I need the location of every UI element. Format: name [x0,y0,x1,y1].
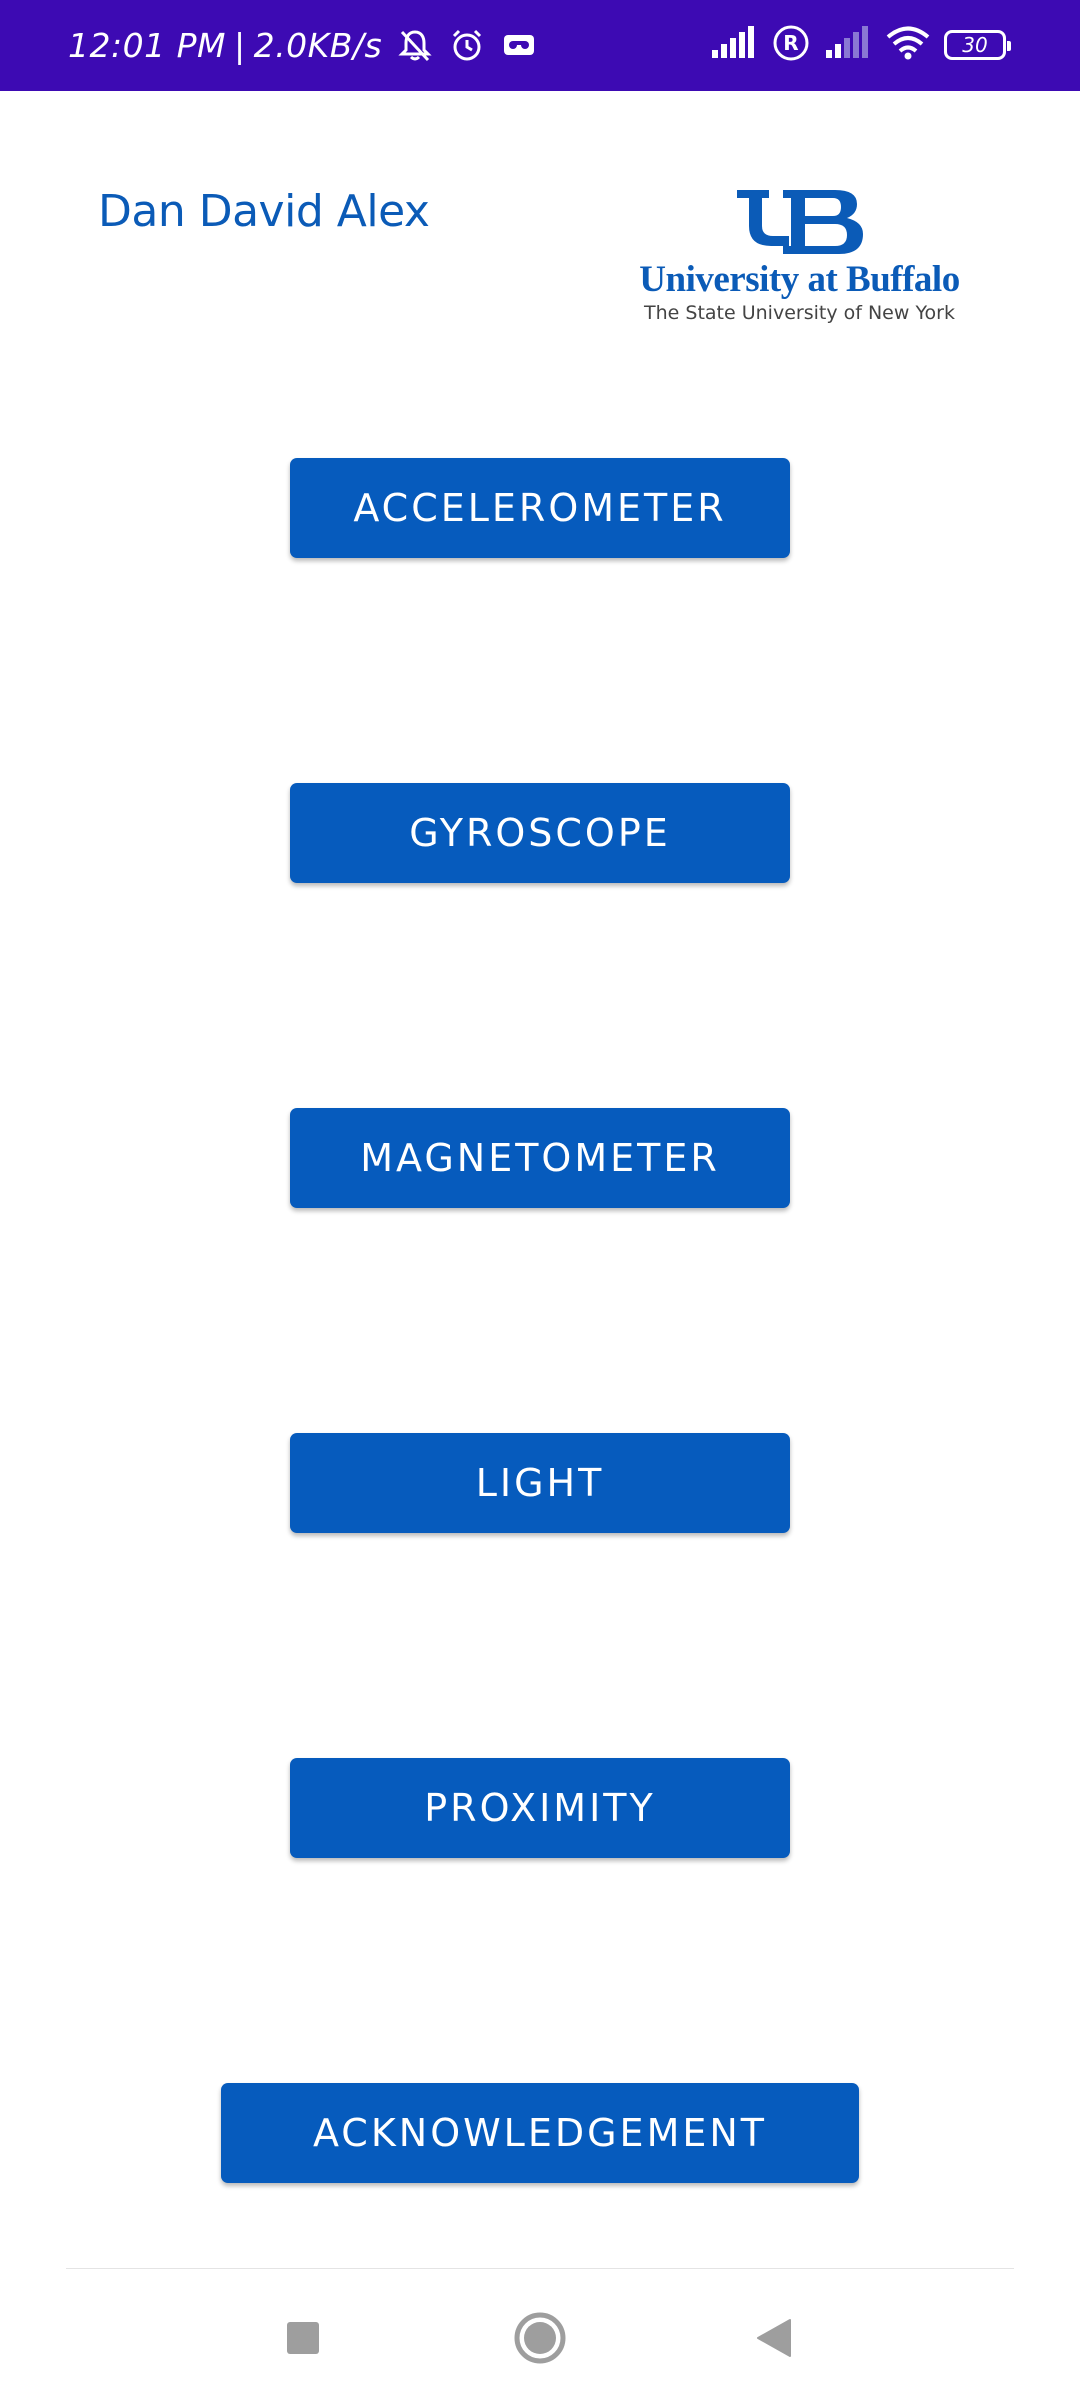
magnetometer-button[interactable]: MAGNETOMETER [290,1108,790,1208]
nav-divider [66,2268,1014,2269]
accelerometer-button[interactable]: ACCELEROMETER [290,458,790,558]
status-left: 12:01 PM | 2.0KB/s [68,22,538,68]
gyroscope-button[interactable]: GYROSCOPE [290,783,790,883]
status-bar: 12:01 PM | 2.0KB/s R 30 [0,0,1080,91]
signal-weak-icon [824,25,872,65]
ub-tagline: The State University of New York [644,302,955,324]
recents-square-icon[interactable] [275,2310,331,2366]
mute-bell-icon [396,26,434,64]
app-screen: 12:01 PM | 2.0KB/s R 30 Dan David Alex U… [0,0,1080,2400]
light-button[interactable]: LIGHT [290,1433,790,1533]
home-circle-icon[interactable] [512,2310,568,2366]
voicemail-icon [500,26,538,64]
acknowledgement-button[interactable]: ACKNOWLEDGEMENT [221,2083,859,2183]
ub-monogram-icon [737,190,863,254]
university-logo: University at Buffalo The State Universi… [622,186,977,326]
signal-icon [710,25,758,65]
status-time: 12:01 PM [68,25,226,65]
student-name: Dan David Alex [98,186,430,237]
network-speed: 2.0KB/s [253,25,383,65]
alarm-icon [448,26,486,64]
svg-text:R: R [783,31,798,55]
status-right: R 30 [710,22,1011,68]
wifi-icon [886,26,930,65]
back-triangle-icon[interactable] [746,2310,802,2366]
battery-icon: 30 [944,30,1011,60]
status-separator: | [233,25,246,65]
ub-wordmark: University at Buffalo [639,259,960,300]
roaming-icon: R [772,24,810,67]
proximity-button[interactable]: PROXIMITY [290,1758,790,1858]
battery-level: 30 [962,33,988,57]
